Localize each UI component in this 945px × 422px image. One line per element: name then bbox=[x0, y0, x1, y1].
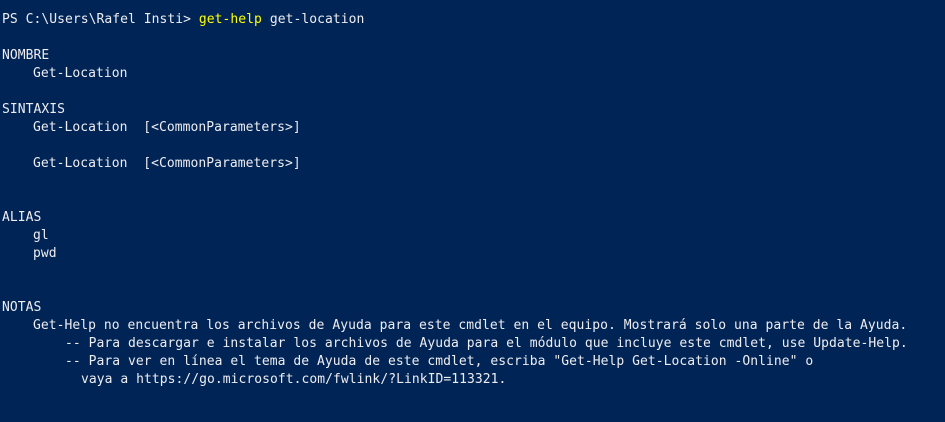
sintaxis-line: Get-Location [<CommonParameters>] bbox=[33, 120, 301, 135]
command-name: get-help bbox=[198, 12, 262, 27]
alias-heading: ALIAS bbox=[2, 210, 42, 225]
alias-item: gl bbox=[33, 228, 49, 243]
notas-line: vaya a https://go.microsoft.com/fwlink/?… bbox=[81, 372, 507, 387]
notas-line: -- Para ver en línea el tema de Ayuda de… bbox=[65, 354, 814, 369]
notas-heading: NOTAS bbox=[2, 300, 42, 315]
sintaxis-heading: SINTAXIS bbox=[2, 102, 66, 117]
command-args: get-location bbox=[261, 12, 365, 27]
powershell-console[interactable]: PS C:\Users\Rafel Insti> get-help get-lo… bbox=[0, 0, 945, 422]
nombre-heading: NOMBRE bbox=[2, 48, 50, 63]
alias-item: pwd bbox=[33, 246, 57, 261]
prompt-path: PS C:\Users\Rafel Insti> bbox=[2, 12, 199, 27]
nombre-value: Get-Location bbox=[33, 66, 128, 81]
notas-line: -- Para descargar e instalar los archivo… bbox=[65, 336, 908, 351]
sintaxis-line: Get-Location [<CommonParameters>] bbox=[33, 156, 301, 171]
command-prompt-line: PS C:\Users\Rafel Insti> get-help get-lo… bbox=[2, 11, 945, 29]
notas-line: Get-Help no encuentra los archivos de Ay… bbox=[33, 318, 908, 333]
